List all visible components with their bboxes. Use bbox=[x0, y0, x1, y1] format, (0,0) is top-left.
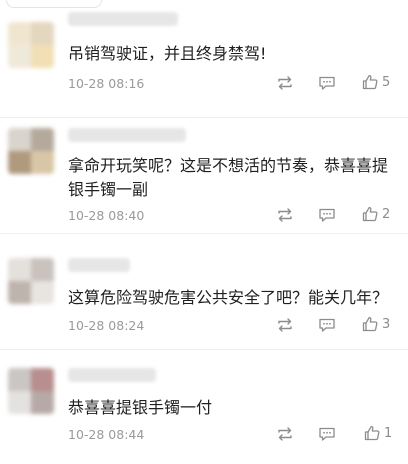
repost-button[interactable] bbox=[276, 316, 294, 334]
comment-time: 10-28 08:16 bbox=[68, 76, 145, 91]
comment-item: 恭喜喜提银手镯一付 10-28 08:44 1 bbox=[0, 350, 408, 464]
username-blurred[interactable] bbox=[68, 368, 156, 382]
repost-button[interactable] bbox=[276, 74, 294, 92]
comment-icon bbox=[318, 426, 336, 442]
comment-item: 吊销驾驶证，并且终身禁驾! 10-28 08:16 5 bbox=[0, 0, 408, 118]
reply-button[interactable] bbox=[318, 74, 336, 92]
repost-icon bbox=[276, 207, 294, 223]
comment-text: 恭喜喜提银手镯一付 bbox=[68, 398, 213, 417]
comment-time: 10-28 08:40 bbox=[68, 208, 145, 223]
thumbs-up-icon bbox=[364, 425, 380, 441]
avatar[interactable] bbox=[8, 128, 54, 174]
avatar[interactable] bbox=[8, 368, 54, 414]
like-count: 1 bbox=[384, 425, 393, 441]
repost-icon bbox=[276, 317, 294, 333]
comment-text: 吊销驾驶证，并且终身禁驾! bbox=[68, 44, 267, 63]
comment-text: 拿命开玩笑呢？这是不想活的节奏，恭喜喜提银手镯一副 bbox=[68, 156, 389, 199]
reply-button[interactable] bbox=[318, 206, 336, 224]
comment-icon bbox=[318, 207, 336, 223]
comment-item: 这算危险驾驶危害公共安全了吧？能关几年？ 10-28 08:24 3 bbox=[0, 234, 408, 350]
repost-icon bbox=[276, 75, 294, 91]
avatar[interactable] bbox=[8, 22, 54, 68]
like-count: 5 bbox=[382, 74, 391, 90]
username-blurred[interactable] bbox=[68, 128, 186, 142]
username-blurred[interactable] bbox=[68, 12, 178, 26]
comment-text: 这算危险驾驶危害公共安全了吧？能关几年？ bbox=[68, 288, 389, 307]
repost-button[interactable] bbox=[276, 425, 294, 443]
like-count: 2 bbox=[382, 206, 391, 222]
reply-button[interactable] bbox=[318, 316, 336, 334]
thumbs-up-icon bbox=[362, 316, 378, 332]
thumbs-up-icon bbox=[362, 206, 378, 222]
comment-icon bbox=[318, 317, 336, 333]
reply-button[interactable] bbox=[318, 425, 336, 443]
thumbs-up-icon bbox=[362, 74, 378, 90]
like-button[interactable]: 1 bbox=[364, 424, 392, 442]
repost-icon bbox=[276, 426, 294, 442]
comment-icon bbox=[318, 75, 336, 91]
comment-time: 10-28 08:24 bbox=[68, 318, 145, 333]
username-blurred[interactable] bbox=[68, 258, 130, 272]
repost-button[interactable] bbox=[276, 206, 294, 224]
comment-time: 10-28 08:44 bbox=[68, 427, 145, 442]
comment-item: 拿命开玩笑呢？这是不想活的节奏，恭喜喜提银手镯一副 10-28 08:40 2 bbox=[0, 118, 408, 234]
like-button[interactable]: 2 bbox=[362, 205, 390, 223]
like-button[interactable]: 3 bbox=[362, 315, 390, 333]
comment-feed: 吊销驾驶证，并且终身禁驾! 10-28 08:16 5 拿命开玩笑呢？这是不想活… bbox=[0, 0, 408, 464]
like-count: 3 bbox=[382, 316, 391, 332]
avatar[interactable] bbox=[8, 258, 54, 304]
like-button[interactable]: 5 bbox=[362, 73, 390, 91]
